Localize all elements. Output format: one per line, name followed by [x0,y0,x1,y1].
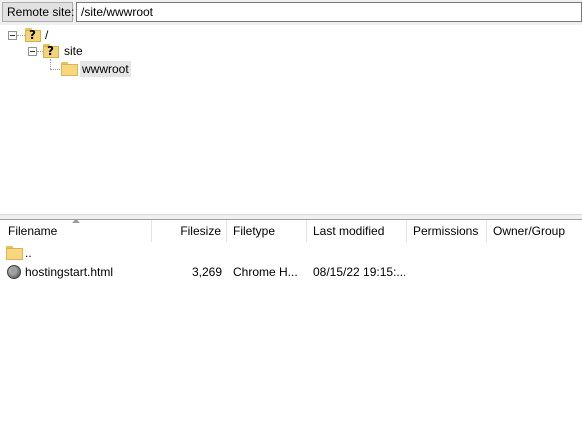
file-size: 3,269 [191,265,222,279]
folder-icon [6,246,23,260]
file-modified: 08/15/22 19:15:... [313,265,405,279]
remote-site-bar: Remote site: [0,0,582,26]
column-filename-label: Filename [8,224,58,238]
html-file-icon [7,265,21,279]
file-type: Chrome H... [233,265,298,279]
folder-icon [61,62,78,76]
list-item[interactable]: .. [0,243,582,263]
remote-file-list[interactable]: Filename Filesize Filetype Last modified… [0,220,582,423]
column-filename[interactable]: Filename [0,220,152,242]
file-list-header: Filename Filesize Filetype Last modified… [0,220,582,242]
unknown-folder-icon: ? [43,44,59,58]
collapse-site-icon[interactable] [28,47,37,56]
column-permissions[interactable]: Permissions [407,220,487,242]
tree-connector [50,69,60,70]
tree-node-root[interactable]: / [45,27,48,43]
unknown-folder-icon: ? [25,28,41,42]
sort-ascending-icon [72,220,80,223]
remote-directory-tree[interactable]: ? / ? site wwwroot [0,25,582,214]
list-item[interactable]: hostingstart.html 3,269 Chrome H... 08/1… [0,262,582,282]
file-permissions [413,262,485,282]
file-name: hostingstart.html [25,265,114,279]
collapse-root-icon[interactable] [8,31,17,40]
tree-connector [17,35,25,36]
file-name: .. [25,246,32,260]
remote-path-input[interactable] [76,2,582,22]
tree-node-wwwroot[interactable]: wwwroot [80,61,131,77]
tree-node-site[interactable]: site [64,43,83,59]
remote-site-label: Remote site: [2,2,74,22]
column-filesize[interactable]: Filesize [152,220,227,242]
column-last-modified[interactable]: Last modified [307,220,407,242]
column-filetype[interactable]: Filetype [227,220,307,242]
file-owner [493,262,578,282]
tree-connector [50,59,51,69]
column-owner-group[interactable]: Owner/Group [487,220,582,242]
